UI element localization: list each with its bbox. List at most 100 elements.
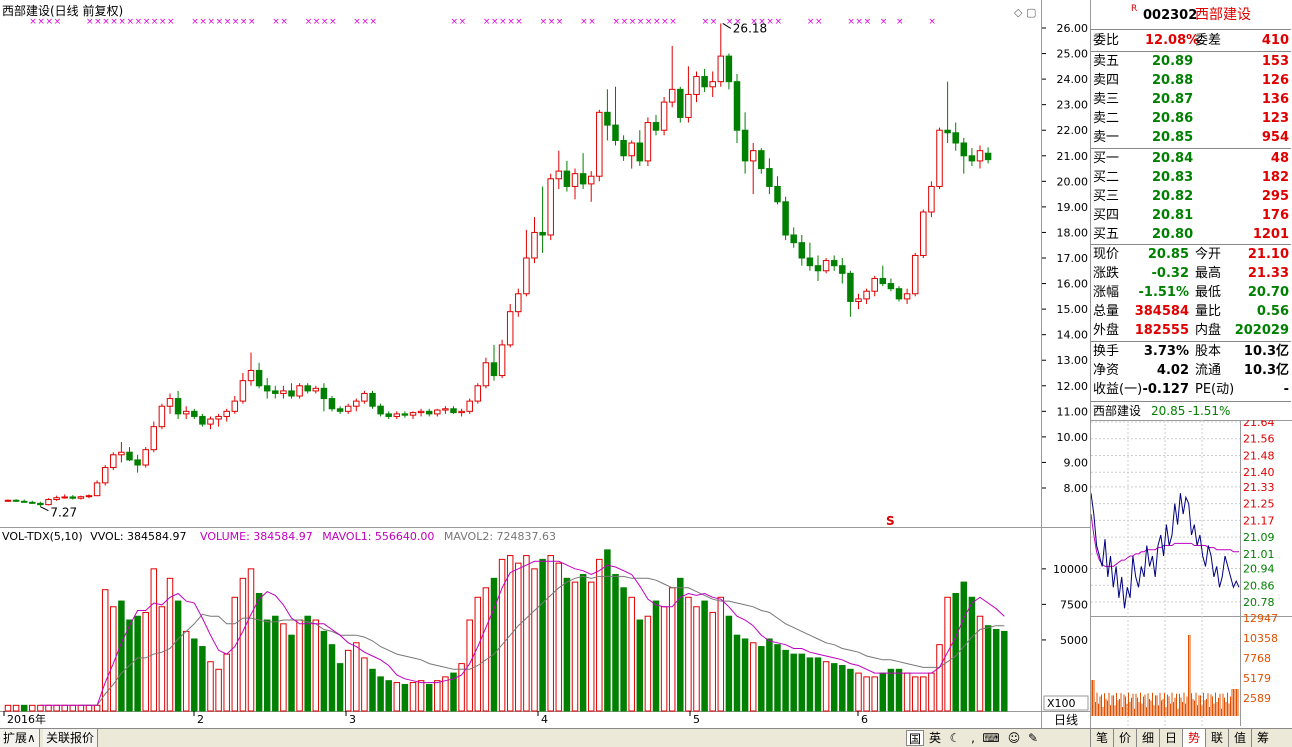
stat-label: 内盘 <box>1195 323 1222 338</box>
fund-row: 净资 4.02 流通 10.3亿 <box>1091 361 1291 380</box>
signal-x-marker: × <box>637 17 645 27</box>
volume-bar <box>928 672 935 712</box>
low-price-label: 7.27 <box>50 506 77 520</box>
candle-body <box>976 150 984 162</box>
bid-volume: 48 <box>1270 151 1289 166</box>
volume-bar <box>361 657 368 712</box>
kline-chart-area[interactable]: × × × × × × × × × × × × × × × × × × × × × × × × × × × × × × × × × × × × × × × ×… <box>0 0 1042 728</box>
volume-bar <box>304 615 311 712</box>
side-tab[interactable]: 细 <box>1136 729 1159 747</box>
mini-price-tick: 20.78 <box>1243 596 1275 609</box>
side-tab[interactable]: 势 <box>1182 729 1205 747</box>
candle-body <box>628 142 635 157</box>
price-tick-label: 8.00 <box>1064 482 1089 495</box>
period-label[interactable]: 日线 <box>1054 713 1078 727</box>
candle-body <box>328 398 336 410</box>
bid-volume: 176 <box>1261 208 1289 223</box>
intraday-minichart[interactable]: 21.64 21.56 21.48 21.40 21.33 21.25 21.17 21.09… <box>1091 420 1292 726</box>
side-tab[interactable]: 日 <box>1159 729 1182 747</box>
side-tab[interactable]: 价 <box>1113 729 1136 747</box>
expand-tab[interactable]: 扩展∧ <box>0 729 40 747</box>
related-quote-tab[interactable]: 关联报价 <box>43 729 99 747</box>
weicha-value: 410 <box>1261 33 1289 48</box>
mini-price-tick: 20.94 <box>1243 563 1275 576</box>
ask-label: 卖二 <box>1093 111 1120 126</box>
volume-bar <box>474 596 482 712</box>
volume-bar <box>636 619 644 712</box>
signal-x-marker: × <box>856 17 864 27</box>
volume-bar <box>353 642 360 712</box>
stat-row: 现价 20.85 今开 21.10 <box>1091 245 1291 264</box>
stat-label: 最低 <box>1195 285 1222 300</box>
candle-body <box>741 129 749 162</box>
mini-price-tick: 21.64 <box>1243 420 1275 429</box>
side-tab[interactable]: 联 <box>1205 729 1228 747</box>
expand-box-icon[interactable]: ▢ <box>1026 6 1036 19</box>
candle-body <box>377 405 384 415</box>
signal-x-marker: × <box>232 17 240 27</box>
ask-volume: 954 <box>1261 130 1289 145</box>
main-chart-svg[interactable]: × × × × × × × × × × × × × × × × × × × × × × × × × × × × × × × × × × × × × × × ×… <box>0 0 1042 728</box>
ask-label: 卖三 <box>1093 92 1120 107</box>
vol-tick-label: 5000 <box>1060 634 1088 647</box>
volume-bar <box>191 638 198 712</box>
volume-bar <box>879 672 887 712</box>
user-icon[interactable]: ☺ <box>1005 730 1023 746</box>
volume-bar <box>612 574 619 712</box>
candle-body <box>984 152 992 161</box>
candle-body <box>29 501 36 504</box>
signal-x-marker: × <box>621 17 629 27</box>
settings-diamond-icon[interactable]: ◇ <box>1014 6 1023 19</box>
candle-body <box>693 76 700 95</box>
volume-bar <box>547 555 554 712</box>
ying-button[interactable]: 英 <box>926 730 944 746</box>
guo-button[interactable]: 国 <box>906 730 924 746</box>
comma-icon[interactable]: , <box>964 730 982 746</box>
candle-body <box>442 408 449 411</box>
bid-price: 20.81 <box>1152 208 1194 223</box>
volume-bar <box>1001 630 1008 712</box>
signal-x-marker: × <box>880 17 888 27</box>
candle-body <box>871 277 878 292</box>
volume-bar <box>377 676 384 712</box>
stat-value: -1.51% <box>1138 285 1190 300</box>
signal-x-marker: × <box>669 17 677 27</box>
candle-body <box>944 129 951 134</box>
stat-label: 今开 <box>1195 247 1222 262</box>
signal-x-marker: × <box>815 17 823 27</box>
price-tick-label: 15.00 <box>1057 303 1089 316</box>
volume-bar <box>936 644 943 712</box>
volume-bar <box>53 704 60 712</box>
volume-bar <box>798 653 806 712</box>
weicha-label: 委差 <box>1195 33 1222 48</box>
side-tab[interactable]: 值 <box>1228 729 1251 747</box>
candle-body <box>555 170 563 180</box>
moon-icon[interactable]: ☾ <box>946 730 964 746</box>
price-tick-label: 16.00 <box>1057 278 1089 291</box>
candle-body <box>636 142 644 162</box>
candle-body <box>855 298 862 302</box>
candle-body <box>539 231 546 236</box>
mini-price-tick: 21.01 <box>1243 548 1275 561</box>
candle-body <box>118 451 125 456</box>
side-tab[interactable]: 笔 <box>1090 729 1113 747</box>
candle-body <box>450 408 457 414</box>
candle-body <box>579 173 587 185</box>
candle-body <box>474 385 482 402</box>
volume-bar <box>336 663 344 712</box>
candle-body <box>223 410 230 417</box>
volume-bar <box>782 649 789 712</box>
keyboard-icon[interactable]: ⌨ <box>982 730 1000 746</box>
volume-bar <box>150 568 158 712</box>
bid-label: 买一 <box>1093 151 1120 166</box>
price-tick-label: 13.00 <box>1057 354 1089 367</box>
signal-x-marker: × <box>46 17 54 27</box>
candle-body <box>596 111 603 177</box>
price-tick-label: 9.00 <box>1064 456 1089 469</box>
candle-body <box>199 415 206 425</box>
wrench-icon[interactable]: ✎ <box>1024 730 1042 746</box>
signal-x-marker: × <box>159 17 167 27</box>
signal-x-marker: × <box>613 17 621 27</box>
signal-x-marker: × <box>864 17 872 27</box>
side-tab[interactable]: 筹 <box>1251 729 1274 747</box>
